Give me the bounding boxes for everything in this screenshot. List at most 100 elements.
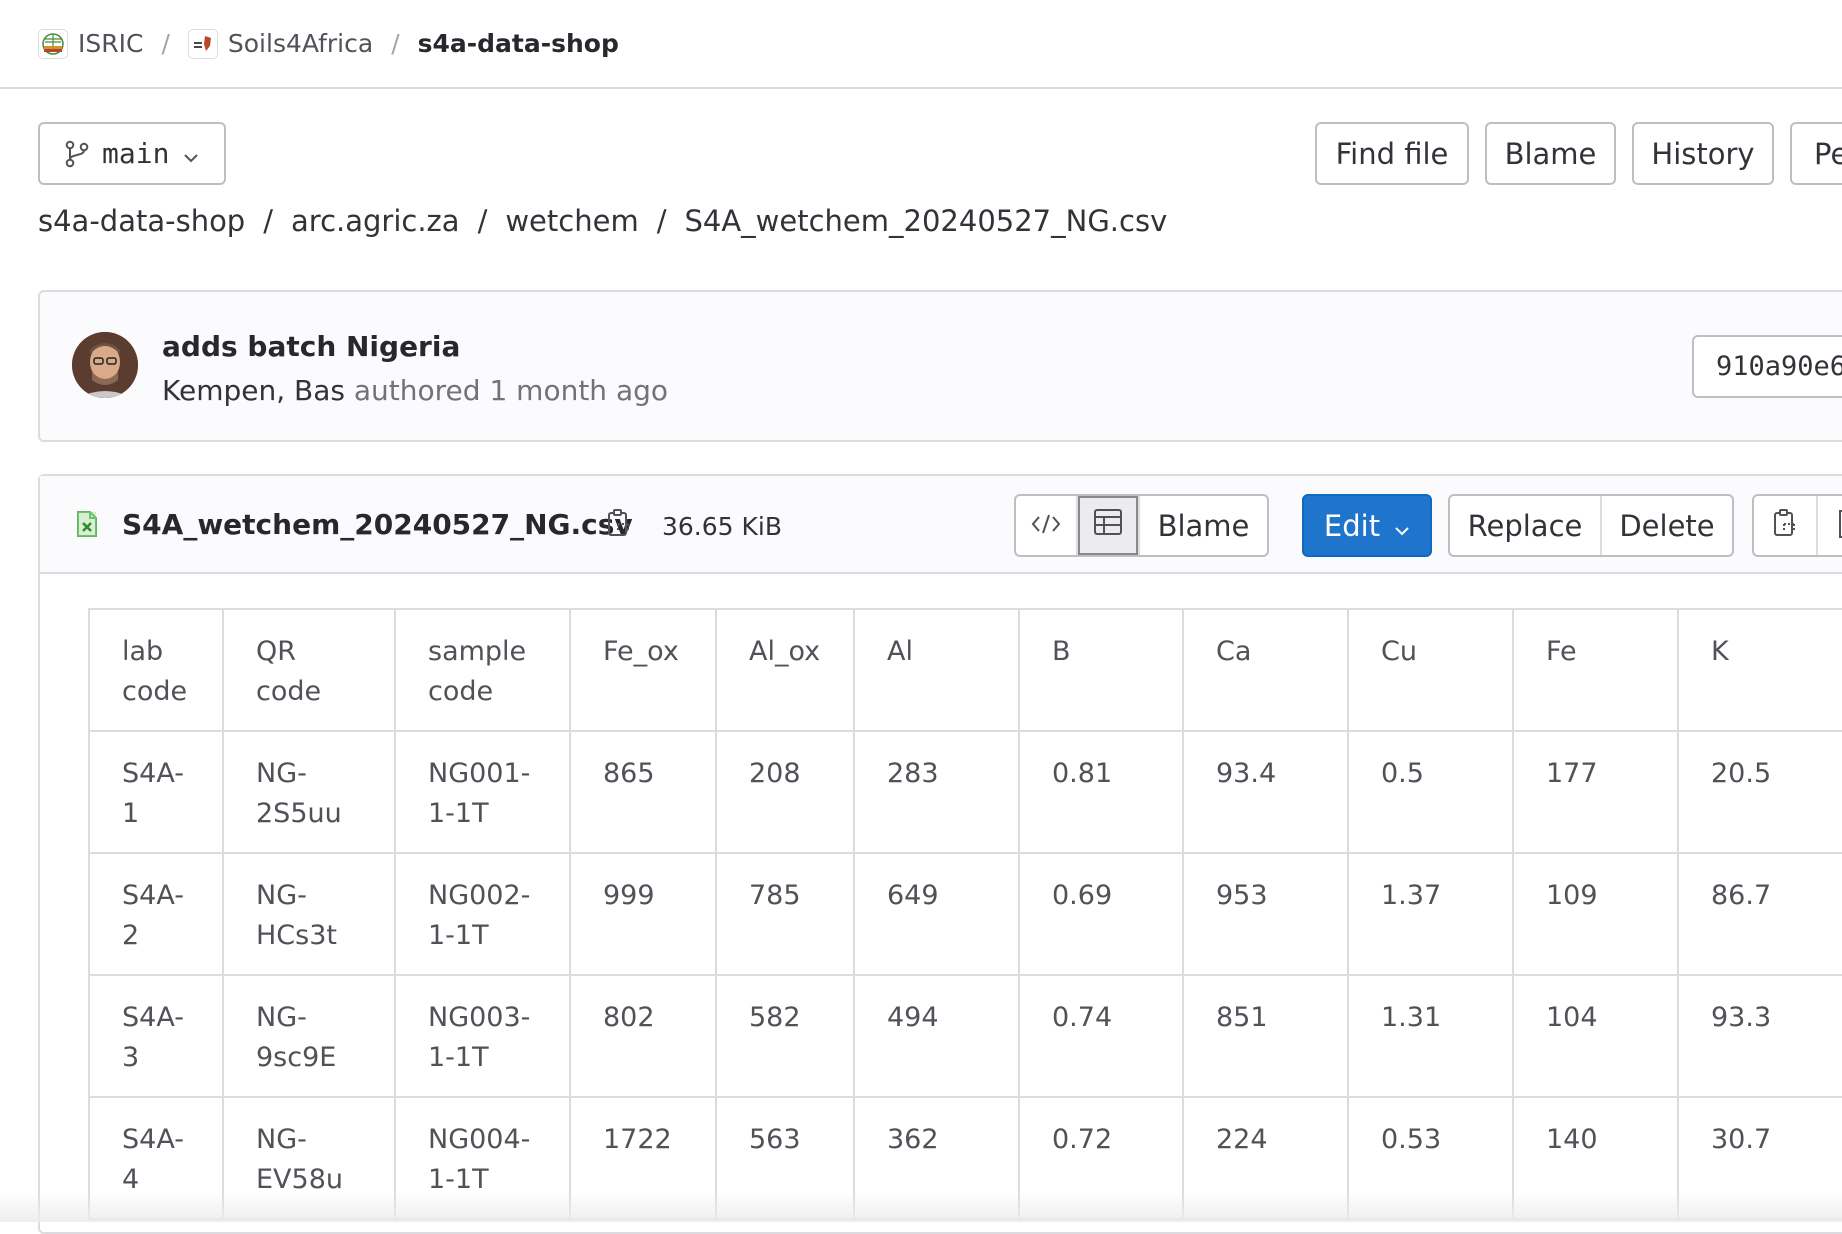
top-breadcrumb: ISRIC / Soils4Africa / s4a-data-shop [0, 0, 1842, 89]
path-part-folder[interactable]: arc.agric.za [291, 204, 460, 238]
table-cell: 0.5 [1347, 730, 1514, 854]
table-cell: 999 [569, 852, 717, 976]
author-avatar[interactable] [72, 332, 138, 398]
find-file-button[interactable]: Find file [1315, 122, 1469, 185]
column-header: K [1677, 608, 1842, 732]
column-header: sample code [394, 608, 571, 732]
table-row: S4A-1 NG-2S5uu NG001-1-1T 865 208 283 0.… [88, 730, 1842, 854]
history-button[interactable]: History [1632, 122, 1774, 185]
csv-table: lab code QR code sample code Fe_ox Al_ox… [88, 608, 1842, 1220]
table-cell: 86.7 [1677, 852, 1842, 976]
soils4africa-logo-icon [187, 28, 218, 59]
blame-view-button[interactable]: Blame [1140, 496, 1267, 555]
breadcrumb-label: s4a-data-shop [417, 29, 619, 58]
isric-logo-icon [38, 28, 68, 59]
column-header: QR code [222, 608, 396, 732]
bottom-scroll-fade [0, 1192, 1842, 1222]
table-cell: NG002-1-1T [394, 852, 571, 976]
source-view-button[interactable] [1016, 496, 1078, 555]
column-header: Ca [1182, 608, 1349, 732]
table-cell: 953 [1182, 852, 1349, 976]
path-separator: / [477, 204, 488, 238]
table-cell: 0.69 [1018, 852, 1184, 976]
file-actions-group: Replace Delete [1448, 494, 1734, 557]
table-cell: NG-2S5uu [222, 730, 396, 854]
branch-name: main [102, 137, 170, 170]
column-header: Cu [1347, 608, 1514, 732]
copy-to-clipboard-icon[interactable] [606, 508, 632, 544]
table-cell: 1.37 [1347, 852, 1514, 976]
table-row: S4A-3 NG-9sc9E NG003-1-1T 802 582 494 0.… [88, 974, 1842, 1098]
column-header: lab code [88, 608, 224, 732]
table-cell: 177 [1512, 730, 1679, 854]
permalink-button[interactable]: Pe [1790, 122, 1842, 185]
commit-sha-button[interactable]: 910a90e6 [1692, 335, 1842, 398]
table-icon [1093, 508, 1123, 543]
branch-icon [64, 140, 90, 168]
table-cell: 494 [853, 974, 1020, 1098]
commit-meta: Kempen, Bas authored 1 month ago [162, 374, 668, 407]
table-cell: 582 [715, 974, 855, 1098]
breadcrumb-label: Soils4Africa [227, 29, 374, 58]
commit-time: 1 month ago [489, 374, 669, 407]
rendered-view-button[interactable] [1078, 496, 1140, 555]
table-cell: S4A-3 [88, 974, 224, 1098]
column-header: B [1018, 608, 1184, 732]
table-cell: NG-9sc9E [222, 974, 396, 1098]
table-cell: 802 [569, 974, 717, 1098]
table-cell: 104 [1512, 974, 1679, 1098]
copy-to-clipboard-icon [1772, 508, 1798, 544]
delete-button[interactable]: Delete [1602, 496, 1732, 555]
breadcrumb-item-s4a-data-shop[interactable]: s4a-data-shop [418, 29, 619, 58]
commit-title[interactable]: adds batch Nigeria [162, 330, 460, 363]
table-cell: 109 [1512, 852, 1679, 976]
column-header: Fe_ox [569, 608, 717, 732]
commit-author[interactable]: Kempen, Bas [162, 374, 345, 407]
path-part-folder[interactable]: wetchem [505, 204, 638, 238]
breadcrumb-label: ISRIC [78, 29, 144, 58]
edit-dropdown-button[interactable]: Edit [1302, 494, 1432, 557]
chevron-down-icon [1394, 509, 1410, 543]
column-header: Fe [1512, 608, 1679, 732]
file-path-breadcrumb: s4a-data-shop / arc.agric.za / wetchem /… [38, 204, 1167, 238]
column-header: Al [853, 608, 1020, 732]
table-cell: 283 [853, 730, 1020, 854]
path-separator: / [656, 204, 667, 238]
file-header: S4A_wetchem_20240527_NG.csv 36.65 KiB Bl… [40, 476, 1842, 574]
path-part-repo[interactable]: s4a-data-shop [38, 204, 245, 238]
table-cell: S4A-2 [88, 852, 224, 976]
table-cell: 0.81 [1018, 730, 1184, 854]
table-header-row: lab code QR code sample code Fe_ox Al_ox… [88, 608, 1842, 732]
commit-authored-label: authored [353, 374, 481, 407]
table-cell: 785 [715, 852, 855, 976]
table-cell: 208 [715, 730, 855, 854]
table-cell: NG003-1-1T [394, 974, 571, 1098]
breadcrumb-separator: / [391, 29, 400, 58]
edit-label: Edit [1323, 508, 1381, 543]
replace-button[interactable]: Replace [1450, 496, 1602, 555]
open-raw-icon [1836, 509, 1842, 543]
table-cell: 93.4 [1182, 730, 1349, 854]
csv-table-container: lab code QR code sample code Fe_ox Al_ox… [88, 608, 1842, 1220]
open-raw-button[interactable] [1818, 496, 1842, 555]
breadcrumb-item-soils4africa[interactable]: Soils4Africa [187, 28, 374, 59]
path-part-file[interactable]: S4A_wetchem_20240527_NG.csv [684, 204, 1167, 238]
breadcrumb-separator: / [161, 29, 170, 58]
table-cell: 865 [569, 730, 717, 854]
last-commit-panel: adds batch Nigeria Kempen, Bas authored … [38, 290, 1842, 442]
copy-contents-button[interactable] [1754, 496, 1818, 555]
table-cell: 1.31 [1347, 974, 1514, 1098]
table-cell: 649 [853, 852, 1020, 976]
table-cell: 93.3 [1677, 974, 1842, 1098]
branch-selector-button[interactable]: main [38, 122, 226, 185]
table-row: S4A-2 NG-HCs3t NG002-1-1T 999 785 649 0.… [88, 852, 1842, 976]
path-separator: / [263, 204, 274, 238]
view-mode-toggle: Blame [1014, 494, 1269, 557]
breadcrumb-item-isric[interactable]: ISRIC [38, 28, 144, 59]
column-header: Al_ox [715, 608, 855, 732]
table-cell: S4A-1 [88, 730, 224, 854]
file-name: S4A_wetchem_20240527_NG.csv [122, 508, 633, 541]
table-cell: NG-HCs3t [222, 852, 396, 976]
blame-button[interactable]: Blame [1485, 122, 1616, 185]
table-cell: 0.74 [1018, 974, 1184, 1098]
